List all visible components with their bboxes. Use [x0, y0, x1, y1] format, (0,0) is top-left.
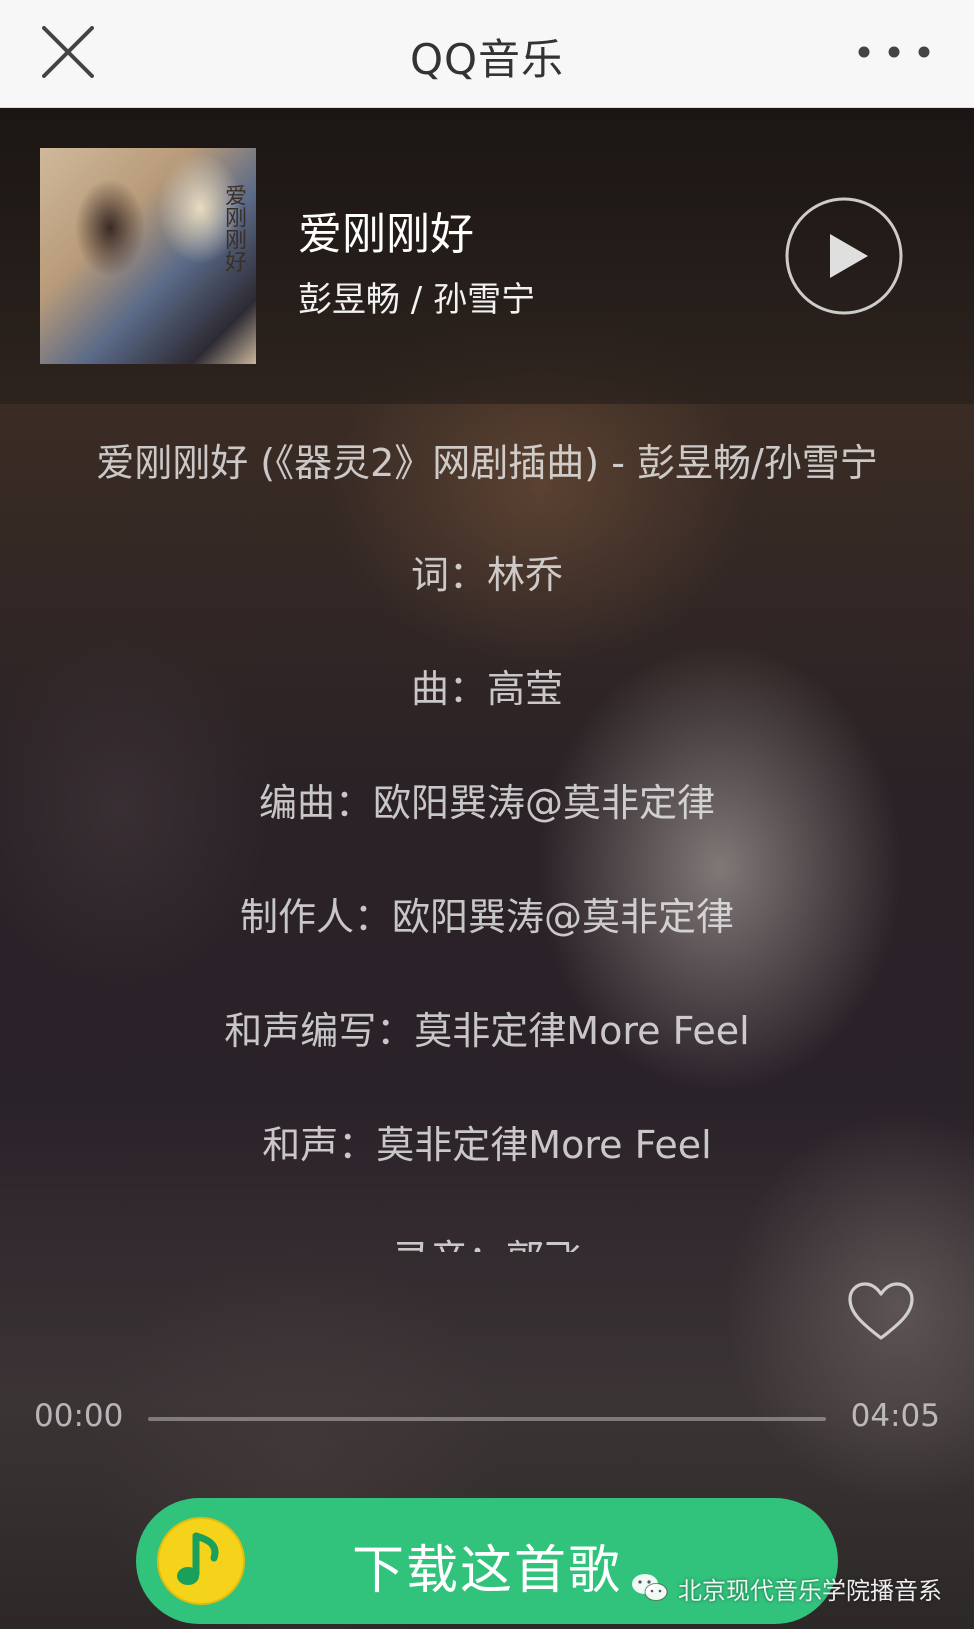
lyric-line: 和声编写：莫非定律More Feel: [224, 1009, 750, 1053]
qq-music-share-page: QQ音乐 爱刚刚好 爱刚刚好 彭昱畅 / 孙雪宁 爱刚刚好 (《器灵2》网剧插曲…: [0, 0, 974, 1629]
play-icon: [785, 197, 903, 315]
more-icon: [858, 46, 930, 58]
current-time: 00:00: [34, 1398, 124, 1434]
song-artist: 彭昱畅 / 孙雪宁: [298, 280, 536, 320]
lyric-line: 曲：高莹: [410, 667, 563, 711]
lyric-line: 录音：郭飞: [0, 1228, 974, 1252]
more-button[interactable]: [854, 34, 934, 70]
album-cover: 爱刚刚好: [40, 148, 256, 364]
play-button[interactable]: [784, 196, 904, 316]
wechat-icon: [632, 1574, 668, 1601]
like-button[interactable]: [846, 1280, 916, 1344]
total-time: 04:05: [850, 1398, 940, 1434]
heart-icon: [848, 1282, 914, 1340]
watermark-text: 北京现代音乐学院播音系: [678, 1576, 942, 1605]
page-title: QQ音乐: [409, 35, 565, 84]
progress-bar[interactable]: [148, 1417, 826, 1421]
cover-title-text: 爱刚刚好: [221, 184, 246, 272]
top-nav-bar: QQ音乐: [0, 0, 974, 108]
watermark: 北京现代音乐学院播音系: [630, 1568, 942, 1608]
lyrics-panel: 爱刚刚好 (《器灵2》网剧插曲) - 彭昱畅/孙雪宁 词：林乔 曲：高莹 编曲：…: [0, 404, 974, 1252]
lyric-line: 和声：莫非定律More Feel: [262, 1123, 712, 1167]
song-title: 爱刚刚好: [298, 209, 474, 260]
lyric-line: 爱刚刚好 (《器灵2》网剧插曲) - 彭昱畅/孙雪宁: [96, 441, 878, 485]
lyric-line: 词：林乔: [410, 553, 563, 597]
lyric-line: 编曲：欧阳巽涛@莫非定律: [258, 781, 715, 825]
lyric-line: 制作人：欧阳巽涛@莫非定律: [239, 895, 734, 939]
